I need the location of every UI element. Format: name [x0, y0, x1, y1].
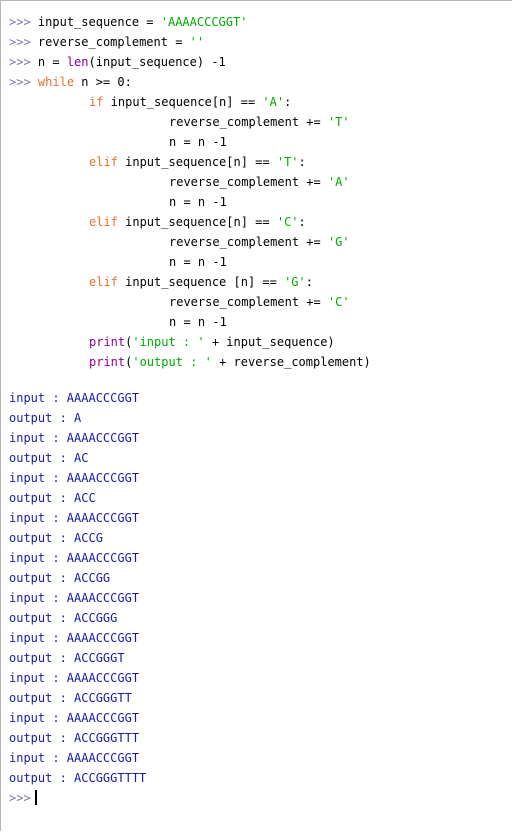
code-block: >>> input_sequence = 'AAAACCCGGT' >>> re…	[9, 12, 371, 372]
output-line: output : ACCGGGTTTT	[9, 771, 147, 785]
code-text: :	[305, 275, 313, 289]
shell-prompt: >>>	[9, 75, 31, 89]
keyword: elif	[89, 215, 118, 229]
keyword: elif	[89, 275, 118, 289]
code-line: >>> reverse_complement = ''	[9, 32, 371, 52]
code-text: reverse_complement +=	[169, 235, 328, 249]
code-line: n = n -1	[9, 312, 371, 332]
string-literal: 'AAAACCCGGT'	[160, 15, 248, 29]
code-line: reverse_complement += 'G'	[9, 232, 371, 252]
output-line: output : ACCGGGTTT	[9, 731, 140, 745]
code-text: n = n -1	[169, 195, 227, 209]
code-text: n = n -1	[169, 315, 227, 329]
output-line: output : ACC	[9, 491, 96, 505]
string-literal: 'C'	[327, 295, 350, 309]
string-literal: 'C'	[276, 215, 299, 229]
shell-prompt: >>>	[9, 15, 31, 29]
shell-prompt: >>>	[9, 55, 31, 69]
input-prompt-line[interactable]: >>>	[9, 788, 146, 808]
code-line: n = n -1	[9, 192, 371, 212]
output-line: output : ACCGG	[9, 571, 111, 585]
code-text: n = n -1	[169, 255, 227, 269]
code-text: input_sequence [n] ==	[117, 275, 285, 289]
output-line: input : AAAACCCGGT	[9, 471, 140, 485]
code-text: reverse_complement +=	[169, 115, 328, 129]
code-line: reverse_complement += 'T'	[9, 112, 371, 132]
output-line: output : ACCGGG	[9, 611, 118, 625]
code-text: reverse_complement =	[37, 35, 190, 49]
builtin-name: len	[66, 55, 89, 69]
python-shell-window[interactable]: >>> input_sequence = 'AAAACCCGGT' >>> re…	[0, 0, 512, 831]
output-line: input : AAAACCCGGT	[9, 391, 140, 405]
builtin-name: print	[89, 355, 126, 369]
code-line: n = n -1	[9, 132, 371, 152]
string-literal: 'T'	[327, 115, 350, 129]
string-literal: 'G'	[284, 275, 306, 289]
output-line: input : AAAACCCGGT	[9, 631, 140, 645]
code-line: print('output : ' + reverse_complement)	[9, 352, 371, 372]
code-text: n =	[37, 55, 67, 69]
output-line: output : ACCGGGT	[9, 651, 125, 665]
code-text: :	[298, 215, 306, 229]
string-literal: 'output : '	[132, 355, 212, 369]
code-text: input_sequence[n] ==	[117, 155, 277, 169]
code-line: >>> input_sequence = 'AAAACCCGGT'	[9, 12, 371, 32]
output-line: output : A	[9, 411, 82, 425]
code-line: >>> while n >= 0:	[9, 72, 371, 92]
text-cursor[interactable]	[34, 790, 37, 805]
code-text: input_sequence[n] ==	[103, 95, 263, 109]
code-line: elif input_sequence [n] == 'G':	[9, 272, 371, 292]
code-line: reverse_complement += 'A'	[9, 172, 371, 192]
code-text: (input_sequence) -1	[88, 55, 226, 69]
code-text: input_sequence =	[37, 15, 161, 29]
code-text: input_sequence[n] ==	[117, 215, 277, 229]
output-line: input : AAAACCCGGT	[9, 711, 140, 725]
string-literal: ''	[189, 35, 205, 49]
output-line: output : ACCGGGTT	[9, 691, 132, 705]
keyword: if	[89, 95, 104, 109]
code-line: if input_sequence[n] == 'A':	[9, 92, 371, 112]
output-block: input : AAAACCCGGT output : A input : AA…	[9, 388, 146, 808]
code-text: reverse_complement +=	[169, 175, 328, 189]
code-text: + reverse_complement)	[211, 355, 371, 369]
code-text: n = n -1	[169, 135, 227, 149]
string-literal: 'input : '	[132, 335, 205, 349]
code-line: >>> n = len(input_sequence) -1	[9, 52, 371, 72]
output-line: input : AAAACCCGGT	[9, 591, 140, 605]
string-literal: 'A'	[327, 175, 350, 189]
output-line: input : AAAACCCGGT	[9, 671, 140, 685]
shell-prompt: >>>	[9, 791, 31, 805]
output-line: output : AC	[9, 451, 89, 465]
code-text: :	[284, 95, 292, 109]
output-line: output : ACCG	[9, 531, 103, 545]
string-literal: 'G'	[327, 235, 350, 249]
code-line: print('input : ' + input_sequence)	[9, 332, 371, 352]
keyword: while	[37, 75, 75, 89]
output-line: input : AAAACCCGGT	[9, 551, 140, 565]
code-text: :	[298, 155, 306, 169]
code-line: n = n -1	[9, 252, 371, 272]
output-line: input : AAAACCCGGT	[9, 511, 140, 525]
string-literal: 'A'	[262, 95, 285, 109]
code-line: reverse_complement += 'C'	[9, 292, 371, 312]
shell-prompt: >>>	[9, 35, 31, 49]
code-line: elif input_sequence[n] == 'T':	[9, 152, 371, 172]
code-text: n >= 0:	[74, 75, 132, 89]
code-text: + input_sequence)	[204, 335, 335, 349]
string-literal: 'T'	[276, 155, 299, 169]
code-text: reverse_complement +=	[169, 295, 328, 309]
builtin-name: print	[89, 335, 126, 349]
output-line: input : AAAACCCGGT	[9, 431, 140, 445]
keyword: elif	[89, 155, 118, 169]
output-line: input : AAAACCCGGT	[9, 751, 140, 765]
code-line: elif input_sequence[n] == 'C':	[9, 212, 371, 232]
